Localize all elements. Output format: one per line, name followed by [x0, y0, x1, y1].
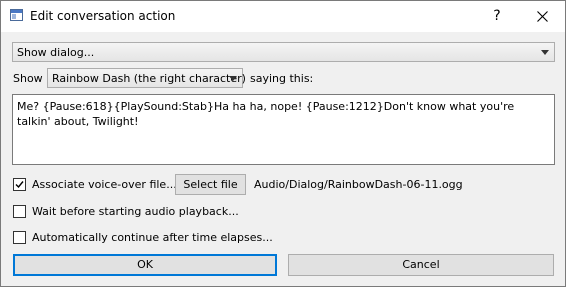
title-bar: Edit conversation action ?: [1, 1, 565, 32]
auto-continue-label[interactable]: Automatically continue after time elapse…: [32, 231, 273, 244]
saying-this-label: saying this:: [250, 72, 314, 85]
wait-before-playback-checkbox[interactable]: [13, 205, 26, 218]
action-type-value: Show dialog...: [17, 46, 95, 59]
window-title: Edit conversation action: [30, 9, 176, 23]
chevron-down-icon: [229, 76, 237, 81]
voice-over-checkbox[interactable]: [13, 178, 26, 191]
select-file-button[interactable]: Select file: [175, 174, 246, 195]
edit-conversation-action-dialog: Edit conversation action ? Show dialog..…: [0, 0, 566, 287]
close-icon: [537, 11, 548, 22]
voice-over-label[interactable]: Associate voice-over file...: [32, 178, 177, 191]
action-type-dropdown[interactable]: Show dialog...: [12, 42, 555, 62]
auto-continue-checkbox[interactable]: [13, 231, 26, 244]
close-button[interactable]: [523, 1, 563, 32]
show-label: Show: [13, 72, 43, 85]
voice-over-file-path: Audio/Dialog/RainbowDash-06-11.ogg: [254, 178, 463, 191]
help-button[interactable]: ?: [485, 1, 509, 32]
ok-button[interactable]: OK: [13, 254, 277, 276]
character-value: Rainbow Dash (the right character): [52, 72, 246, 85]
chevron-down-icon: [541, 50, 549, 55]
wait-before-playback-label[interactable]: Wait before starting audio playback...: [32, 205, 239, 218]
checkmark-icon: [15, 181, 24, 189]
cancel-button[interactable]: Cancel: [288, 254, 554, 276]
character-dropdown[interactable]: Rainbow Dash (the right character): [47, 68, 246, 88]
dialog-text-input[interactable]: Me? {Pause:618}{PlaySound:Stab}Ha ha ha,…: [12, 94, 555, 165]
window-app-icon: [10, 9, 23, 21]
